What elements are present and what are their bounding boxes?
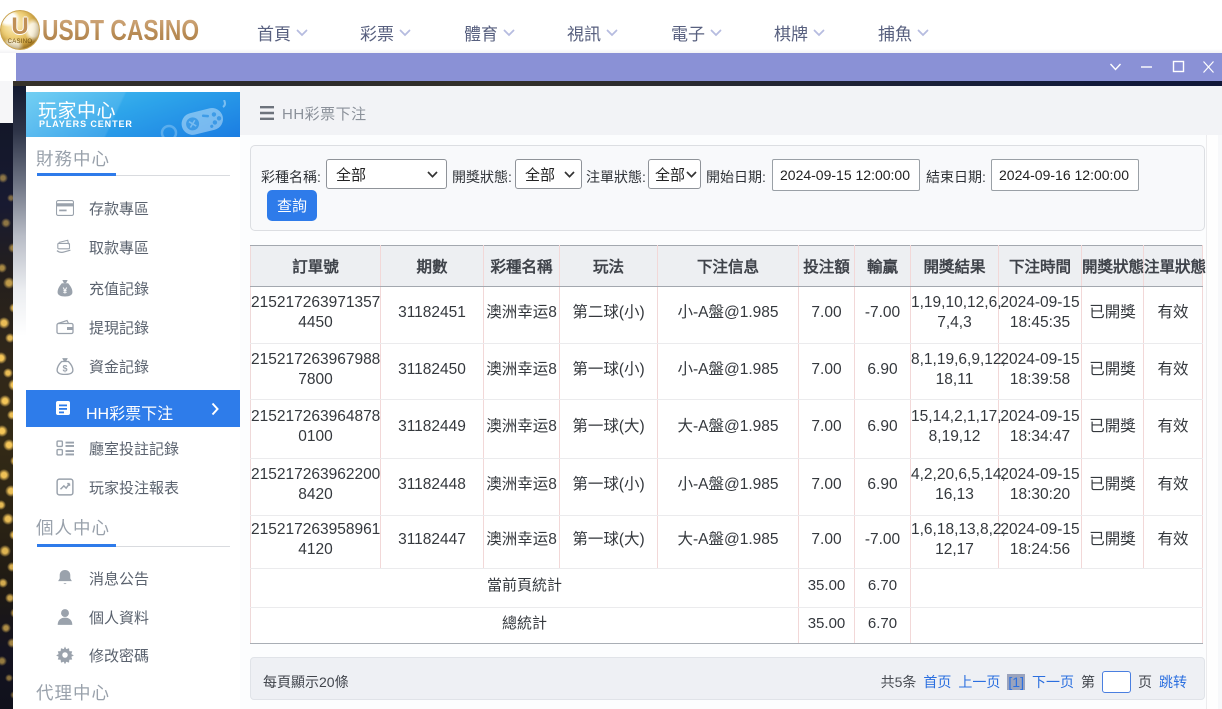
svg-text:¥: ¥ [63, 286, 68, 295]
svg-text:$: $ [62, 364, 67, 374]
